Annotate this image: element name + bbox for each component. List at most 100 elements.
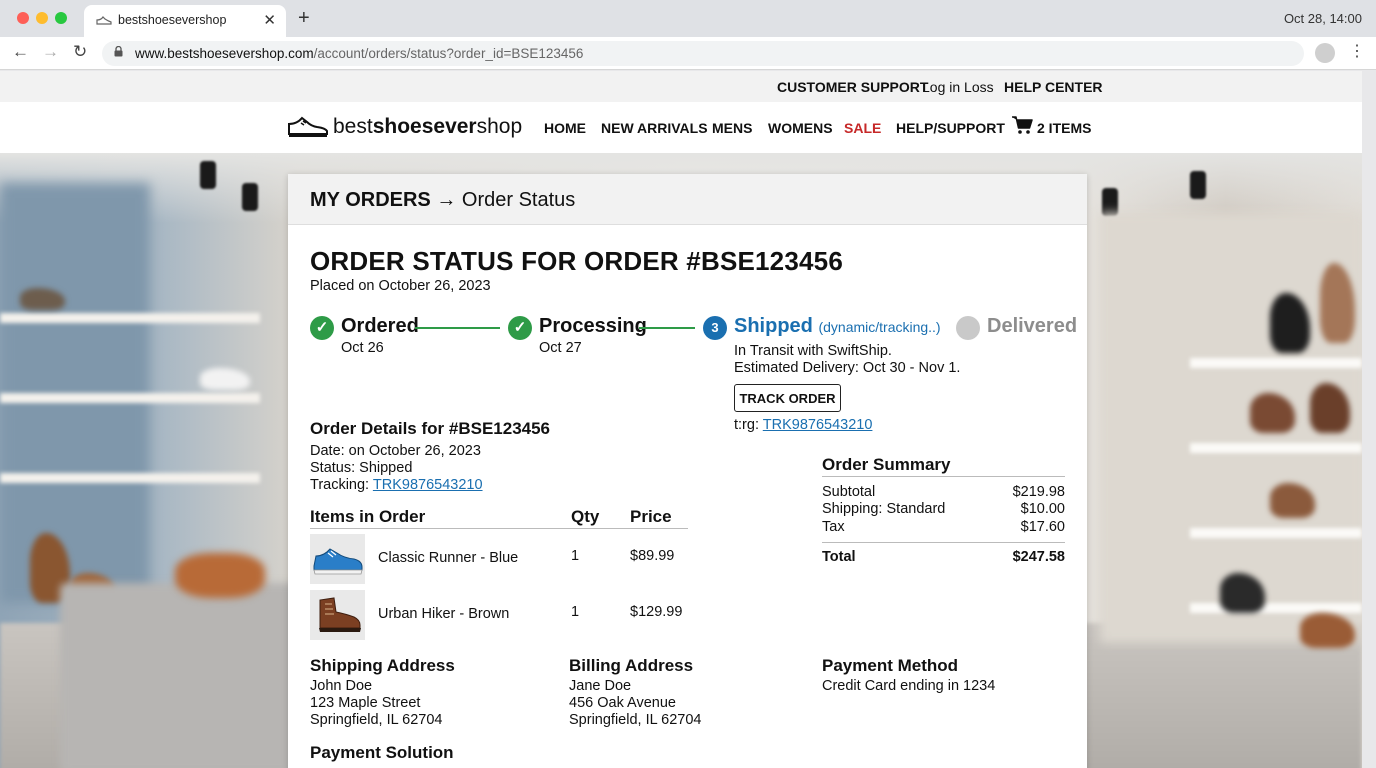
- new-tab-icon[interactable]: +: [298, 7, 310, 30]
- browser-menu-icon[interactable]: ⋮: [1349, 41, 1365, 61]
- order-tracking: Tracking: TRK9876543210: [310, 477, 483, 493]
- scene-shelf: [0, 313, 260, 323]
- summary-value: $17.60: [1020, 519, 1065, 535]
- cart-count[interactable]: 2 ITEMS: [1037, 120, 1091, 136]
- panel-header: MY ORDERS → Order Status: [288, 174, 1087, 225]
- scene-shelf: [1190, 603, 1362, 613]
- ceiling-spotlight: [1190, 171, 1206, 199]
- estimated-delivery: Estimated Delivery: Oct 30 - Nov 1.: [734, 360, 961, 376]
- scene-shoe: [200, 368, 250, 390]
- shipping-name: John Doe: [310, 678, 373, 694]
- item-price: $129.99: [630, 604, 683, 620]
- lock-icon: [114, 45, 123, 60]
- nav-sale[interactable]: SALE: [844, 120, 881, 136]
- maximize-window-button[interactable]: [55, 12, 67, 24]
- system-clock: Oct 28, 14:00: [1283, 11, 1362, 26]
- step-shipped-extra: (dynamic/tracking..): [818, 319, 941, 335]
- billing-name: Jane Doe: [569, 678, 632, 694]
- scene-bench: [60, 583, 300, 768]
- breadcrumb-current: Order Status: [461, 189, 576, 211]
- breadcrumb-arrow-icon: →: [436, 189, 457, 211]
- login-link[interactable]: Log in Loss: [922, 79, 994, 95]
- ceiling-spotlight: [200, 161, 216, 189]
- tracking-number-link[interactable]: TRK9876543210: [373, 477, 483, 493]
- shipping-address-title: Shipping Address: [310, 656, 455, 675]
- payment-method-detail: Credit Card ending in 1234: [822, 678, 996, 694]
- step-ordered-date: Oct 26: [341, 340, 384, 356]
- billing-city: Springfield, IL 62704: [569, 712, 702, 728]
- close-window-button[interactable]: [17, 12, 29, 24]
- brown-boot-icon: [319, 597, 361, 632]
- product-thumbnail[interactable]: [310, 590, 365, 640]
- total-label: Total: [822, 549, 856, 565]
- site-header: bestshoesevershop HOME NEW ARRIVALS MENS…: [0, 102, 1362, 153]
- step-shipped: Shipped (dynamic/tracking..): [734, 315, 941, 338]
- browser-toolbar: ← → ↻ www.bestshoesevershop.com/account/…: [0, 37, 1376, 70]
- nav-new-arrivals[interactable]: NEW ARRIVALS: [601, 120, 708, 136]
- scene-ottoman: [175, 553, 265, 598]
- summary-label: Subtotal: [822, 484, 876, 500]
- scene-shelf: [0, 473, 260, 483]
- tracking-label: Tracking:: [310, 477, 370, 493]
- tracking-number-link[interactable]: TRK9876543210: [763, 417, 873, 433]
- site-logo-text[interactable]: bestshoesevershop: [333, 115, 522, 139]
- profile-avatar[interactable]: [1315, 43, 1335, 63]
- address-bar[interactable]: www.bestshoesevershop.com/account/orders…: [102, 41, 1304, 66]
- shoe-logo-icon[interactable]: [287, 115, 329, 144]
- help-center-link[interactable]: HELP CENTER: [1004, 79, 1103, 95]
- url-path: /account/orders/status?order_id=BSE12345…: [313, 46, 584, 61]
- nav-home[interactable]: HOME: [544, 120, 586, 136]
- qty-header: Qty: [571, 507, 600, 526]
- items-header: Items in Order: [310, 507, 426, 526]
- product-thumbnail[interactable]: [310, 534, 365, 584]
- step-connector: [639, 327, 695, 329]
- nav-mens[interactable]: MENS: [712, 120, 752, 136]
- tracking-prefix: t:rg:: [734, 417, 759, 433]
- tab-title: bestshoesevershop: [118, 13, 227, 27]
- summary-value: $10.00: [1020, 501, 1065, 517]
- table-divider: [310, 528, 688, 529]
- order-status-panel: MY ORDERS → Order Status ORDER STATUS FO…: [288, 174, 1087, 768]
- item-name[interactable]: Urban Hiker - Brown: [378, 606, 509, 622]
- scene-shelf: [0, 393, 260, 403]
- logo-prefix: best: [333, 115, 373, 138]
- price-header: Price: [630, 507, 672, 526]
- breadcrumb-my-orders[interactable]: MY ORDERS: [310, 189, 431, 211]
- reload-icon[interactable]: ↻: [73, 42, 87, 62]
- nav-help-support[interactable]: HELP/SUPPORT: [896, 120, 1005, 136]
- scene-shelf: [1190, 528, 1362, 538]
- item-name[interactable]: Classic Runner - Blue: [378, 550, 518, 566]
- utility-bar: CUSTOMER SUPPORT Log in Loss HELP CENTER: [0, 71, 1362, 102]
- browser-tab[interactable]: bestshoesevershop ✕: [84, 5, 286, 37]
- pending-step-icon: [956, 316, 980, 340]
- check-icon: ✓: [310, 316, 334, 340]
- nav-womens[interactable]: WOMENS: [768, 120, 833, 136]
- forward-arrow-icon[interactable]: →: [42, 42, 59, 62]
- track-order-button[interactable]: TRACK ORDER: [734, 384, 841, 412]
- step-processing-date: Oct 27: [539, 340, 582, 356]
- minimize-window-button[interactable]: [36, 12, 48, 24]
- step-number-badge: 3: [703, 316, 727, 340]
- item-qty: 1: [571, 548, 580, 564]
- payment-solution-title: Payment Solution: [310, 743, 454, 762]
- blue-sneaker-icon: [313, 548, 363, 575]
- ceiling-spotlight: [1102, 188, 1118, 216]
- check-icon: ✓: [508, 316, 532, 340]
- url-text: www.bestshoesevershop.com/account/orders…: [135, 46, 583, 61]
- page-title: ORDER STATUS FOR ORDER #BSE123456: [310, 246, 843, 276]
- ceiling-spotlight: [242, 183, 258, 211]
- summary-divider: [822, 542, 1065, 543]
- shipping-street: 123 Maple Street: [310, 695, 421, 711]
- item-price: $89.99: [630, 548, 675, 564]
- summary-divider: [822, 476, 1065, 477]
- cart-icon[interactable]: [1012, 116, 1033, 140]
- breadcrumb: MY ORDERS → Order Status: [310, 189, 575, 212]
- customer-support-link[interactable]: CUSTOMER SUPPORT: [777, 79, 928, 95]
- summary-label: Shipping: Standard: [822, 501, 946, 517]
- item-qty: 1: [571, 604, 580, 620]
- step-delivered-label: Delivered: [987, 315, 1078, 337]
- close-tab-icon[interactable]: ✕: [263, 11, 276, 29]
- order-date: Date: on October 26, 2023: [310, 443, 481, 459]
- total-value: $247.58: [1012, 549, 1065, 565]
- back-arrow-icon[interactable]: ←: [12, 42, 29, 62]
